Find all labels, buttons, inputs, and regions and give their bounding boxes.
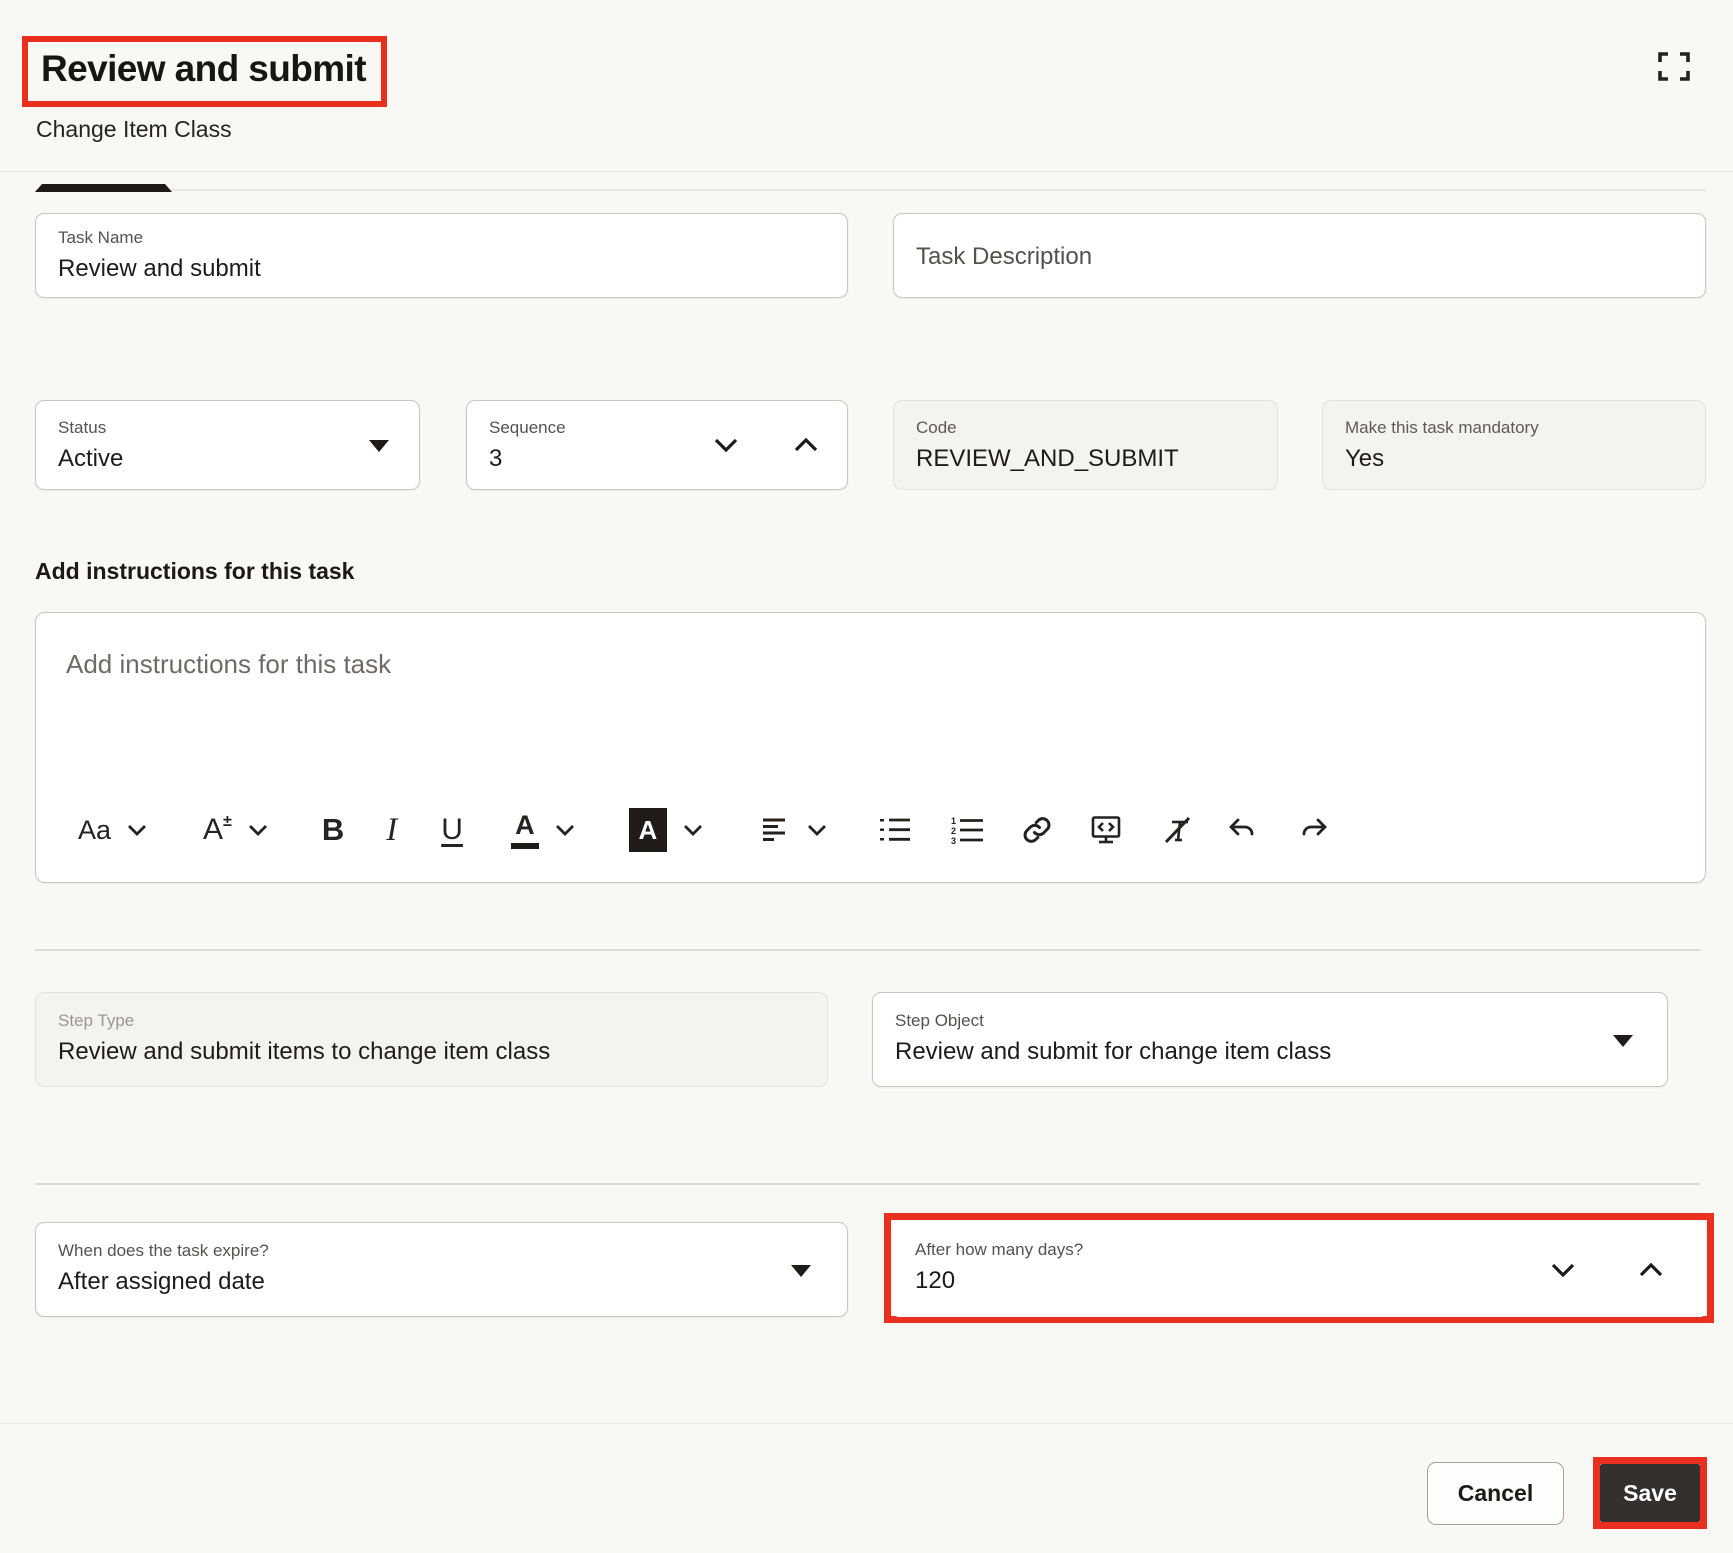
- font-size-button[interactable]: A±: [203, 813, 268, 847]
- dropdown-caret-icon: [791, 1265, 811, 1277]
- svg-text:3: 3: [951, 836, 956, 844]
- status-label: Status: [58, 417, 397, 440]
- page-subtitle: Change Item Class: [36, 116, 232, 143]
- chevron-down-icon: [248, 824, 268, 836]
- step-object-dropdown[interactable]: Step Object Review and submit for change…: [872, 992, 1668, 1087]
- fullscreen-expand-button[interactable]: [1652, 44, 1696, 88]
- bold-glyph: B: [322, 812, 344, 848]
- bullet-list-icon: [879, 817, 911, 843]
- dropdown-caret-icon: [1613, 1035, 1633, 1047]
- task-name-value: Review and submit: [58, 253, 825, 285]
- expire-when-dropdown[interactable]: When does the task expire? After assigne…: [35, 1222, 848, 1317]
- link-icon: [1022, 815, 1052, 845]
- underline-glyph: U: [441, 813, 463, 847]
- source-code-monitor-icon: [1090, 815, 1122, 845]
- fullscreen-expand-icon: [1656, 50, 1692, 83]
- page-title: Review and submit: [41, 48, 366, 91]
- step-type-label: Step Type: [58, 1010, 805, 1033]
- redo-icon: [1298, 816, 1328, 844]
- active-tab-indicator[interactable]: [35, 184, 172, 192]
- task-description-placeholder: Task Description: [916, 243, 1092, 271]
- step-object-label: Step Object: [895, 1010, 1645, 1033]
- chevron-down-icon: [127, 824, 147, 836]
- sequence-decrement-chevron-down-icon[interactable]: [713, 437, 739, 453]
- footer-divider: [0, 1423, 1733, 1424]
- sequence-label: Sequence: [489, 417, 825, 440]
- clear-formatting-icon: [1164, 816, 1192, 844]
- clear-formatting-button[interactable]: [1164, 816, 1192, 844]
- section-divider: [35, 1183, 1700, 1185]
- task-name-field[interactable]: Task Name Review and submit: [35, 213, 848, 298]
- numbered-list-icon: 1 2 3: [951, 816, 984, 844]
- expire-days-increment-chevron-up-icon[interactable]: [1638, 1262, 1664, 1278]
- svg-text:1: 1: [951, 816, 956, 826]
- bullet-list-button[interactable]: [879, 817, 911, 843]
- task-description-field[interactable]: Task Description: [893, 213, 1706, 298]
- sequence-stepper[interactable]: Sequence 3: [466, 400, 848, 490]
- sequence-value: 3: [489, 443, 825, 475]
- expire-days-stepper[interactable]: After how many days? 120: [893, 1222, 1706, 1317]
- status-value: Active: [58, 443, 397, 475]
- numbered-list-button[interactable]: 1 2 3: [951, 816, 984, 844]
- instructions-editor[interactable]: Add instructions for this task Aa A± B I…: [35, 612, 1706, 883]
- mandatory-value: Yes: [1345, 443, 1683, 475]
- font-style-glyph: Aa: [78, 815, 111, 846]
- editor-toolbar: Aa A± B I U A A: [78, 802, 1675, 858]
- chevron-down-icon: [683, 824, 703, 836]
- italic-glyph: I: [386, 812, 397, 849]
- underline-button[interactable]: U: [441, 813, 463, 847]
- source-code-button[interactable]: [1090, 815, 1122, 845]
- expire-days-label: After how many days?: [915, 1239, 1684, 1262]
- font-style-button[interactable]: Aa: [78, 815, 147, 846]
- cancel-button[interactable]: Cancel: [1427, 1462, 1564, 1525]
- italic-button[interactable]: I: [386, 812, 397, 849]
- insert-link-button[interactable]: [1022, 815, 1052, 845]
- instructions-section-label: Add instructions for this task: [35, 558, 354, 585]
- annotation-box-save: Save: [1593, 1457, 1707, 1529]
- align-left-icon: [761, 817, 791, 843]
- font-size-glyph: A±: [203, 813, 232, 847]
- expire-when-label: When does the task expire?: [58, 1240, 825, 1263]
- chevron-down-icon: [555, 824, 575, 836]
- annotation-box-title: Review and submit: [22, 36, 387, 107]
- svg-text:2: 2: [951, 826, 956, 836]
- chevron-down-icon: [807, 824, 827, 836]
- highlight-color-button[interactable]: A: [629, 808, 703, 852]
- text-color-button[interactable]: A: [511, 812, 575, 849]
- align-button[interactable]: [761, 817, 827, 843]
- undo-icon: [1228, 816, 1258, 844]
- expire-days-decrement-chevron-down-icon[interactable]: [1550, 1262, 1576, 1278]
- code-label: Code: [916, 417, 1255, 440]
- step-object-value: Review and submit for change item class: [895, 1036, 1645, 1068]
- text-color-icon: A: [511, 812, 539, 849]
- step-type-value: Review and submit items to change item c…: [58, 1036, 805, 1068]
- highlight-color-icon: A: [629, 808, 667, 852]
- tabbar-underline: [35, 189, 1706, 191]
- redo-button[interactable]: [1298, 816, 1328, 844]
- mandatory-label: Make this task mandatory: [1345, 417, 1683, 440]
- header-divider: [0, 171, 1733, 172]
- instructions-placeholder: Add instructions for this task: [66, 649, 391, 680]
- save-button[interactable]: Save: [1600, 1464, 1700, 1522]
- mandatory-field: Make this task mandatory Yes: [1322, 400, 1706, 490]
- sequence-increment-chevron-up-icon[interactable]: [793, 437, 819, 453]
- undo-button[interactable]: [1228, 816, 1258, 844]
- code-field: Code REVIEW_AND_SUBMIT: [893, 400, 1278, 490]
- task-name-label: Task Name: [58, 227, 825, 250]
- status-dropdown[interactable]: Status Active: [35, 400, 420, 490]
- step-type-field: Step Type Review and submit items to cha…: [35, 992, 828, 1087]
- dropdown-caret-icon: [369, 440, 389, 452]
- code-value: REVIEW_AND_SUBMIT: [916, 443, 1255, 475]
- bold-button[interactable]: B: [322, 812, 344, 848]
- expire-when-value: After assigned date: [58, 1266, 825, 1298]
- section-divider: [35, 949, 1700, 951]
